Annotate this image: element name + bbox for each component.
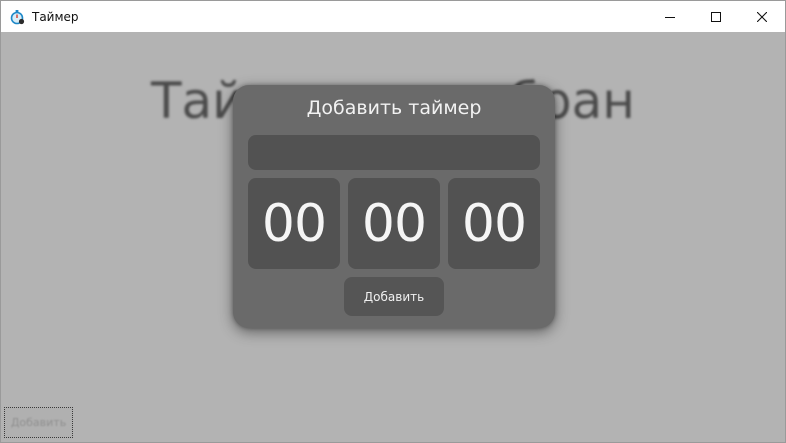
maximize-button[interactable]: [693, 1, 739, 32]
window-title: Таймер: [32, 9, 79, 24]
minutes-field[interactable]: 00: [348, 178, 440, 269]
hours-field[interactable]: 00: [248, 178, 340, 269]
minimize-button[interactable]: [647, 1, 693, 32]
app-window: Таймер Таймер не выбран Доба: [0, 0, 786, 443]
main-add-button[interactable]: Добавить: [4, 407, 73, 438]
minimize-icon: [665, 16, 675, 18]
main-add-button-label: Добавить: [10, 416, 67, 429]
timer-name-input[interactable]: [248, 135, 540, 170]
add-timer-dialog: Добавить таймер 00 00 00 Добавить: [233, 85, 555, 328]
dialog-title: Добавить таймер: [306, 97, 482, 119]
close-icon: [757, 11, 767, 22]
stopwatch-icon: [9, 9, 25, 25]
seconds-field[interactable]: 00: [448, 178, 540, 269]
title-bar[interactable]: Таймер: [1, 1, 785, 32]
maximize-icon: [711, 11, 721, 22]
window-controls: [647, 1, 785, 32]
close-button[interactable]: [739, 1, 785, 32]
dialog-add-button[interactable]: Добавить: [344, 277, 444, 316]
